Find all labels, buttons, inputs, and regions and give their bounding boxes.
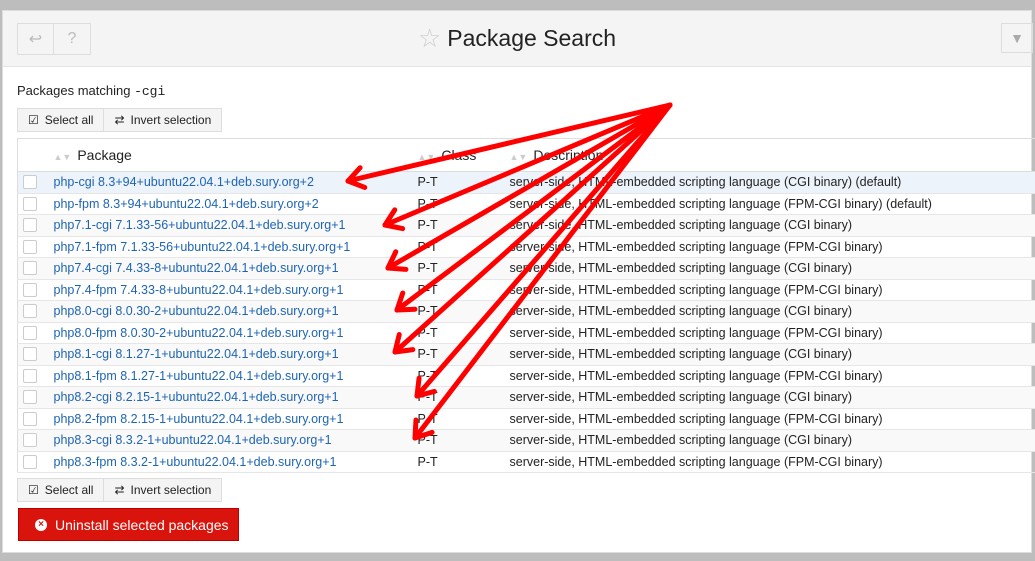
red-arrow xyxy=(414,102,673,399)
red-arrow xyxy=(385,102,673,272)
red-arrow xyxy=(392,102,673,355)
annotation-arrows xyxy=(345,102,673,441)
